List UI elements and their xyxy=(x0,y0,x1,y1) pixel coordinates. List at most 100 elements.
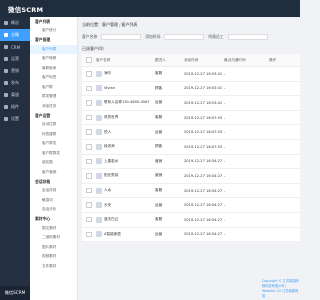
header-agent: 跟进人 xyxy=(155,57,166,62)
customer-name[interactable]: 人水 xyxy=(104,188,111,193)
customer-name[interactable]: 上善若水 xyxy=(104,159,118,164)
sub-nav-item[interactable]: 图文素材 xyxy=(30,224,77,234)
breadcrumb-current: 客户列表 xyxy=(121,22,138,27)
row-checkbox[interactable] xyxy=(86,158,92,165)
left-nav-item[interactable]: 企微 xyxy=(0,29,30,41)
plugin-icon xyxy=(4,105,8,109)
avatar xyxy=(96,114,102,121)
last-contact-cell: - xyxy=(224,232,226,237)
name-cell: 海尔 xyxy=(96,70,155,77)
name-cell: 蓝天白云 xyxy=(96,216,155,223)
table-row[interactable]: 段老师 顾客 2019-12-27 16:47:53- xyxy=(82,140,300,155)
sub-nav-item[interactable]: 敏感词 xyxy=(30,196,77,206)
staff-input[interactable] xyxy=(227,34,268,40)
row-checkbox[interactable] xyxy=(86,216,92,223)
date-cell: 2019-12-27 16:34:27 xyxy=(184,232,223,237)
left-nav-item[interactable]: 运营 xyxy=(0,53,30,65)
row-checkbox[interactable] xyxy=(86,71,92,77)
left-nav-item[interactable]: 渠道 xyxy=(0,89,30,101)
table-row[interactable]: 风的世界 客服 2019-12-27 16:47:53- xyxy=(82,111,300,126)
name-cell: 联系人名称130-4605-4567 xyxy=(96,99,155,106)
megaphone-icon xyxy=(4,69,8,73)
sub-nav-item[interactable]: 客户标签 xyxy=(30,73,77,83)
customer-name[interactable]: 联系人名称130-4605-4567 xyxy=(104,100,150,105)
agent-cell: 顾客 xyxy=(155,85,163,90)
date-cell: 2019-12-27 16:34:27 xyxy=(184,203,223,208)
sub-nav-item[interactable]: 会话分析 xyxy=(30,205,77,215)
select-all-checkbox[interactable] xyxy=(86,57,92,63)
sub-nav-item[interactable]: 添加任务 xyxy=(30,102,77,112)
agent-cell: 运营 xyxy=(155,202,163,207)
name-cell: 段老师 xyxy=(96,143,155,150)
row-checkbox[interactable] xyxy=(86,114,92,121)
table-row[interactable]: 悦人 运营 2019-12-27 16:47:53- xyxy=(82,125,300,140)
left-nav-item[interactable]: 概况 xyxy=(0,17,30,29)
table-row[interactable]: A智能家居 运营 2019-12-27 16:34:27- xyxy=(82,228,300,243)
filter-bar: 客户名称 添加时间 所属员工 xyxy=(82,30,300,44)
breadcrumb-link[interactable]: 客户管理 xyxy=(102,22,118,28)
sub-nav-item[interactable]: 离职继承 xyxy=(30,64,77,74)
customer-name[interactable]: A智能家居 xyxy=(104,232,121,237)
sub-nav-item[interactable]: 图片素材 xyxy=(30,243,77,253)
sub-nav-item[interactable]: 客户群 xyxy=(30,83,77,93)
sub-nav-item[interactable]: 视频素材 xyxy=(30,252,77,262)
table-row[interactable]: Vivian 顾客 2019-12-27 16:53:41- xyxy=(82,82,300,97)
table-row[interactable]: 海尔 客服 2019-12-27 16:53:41- xyxy=(82,67,300,82)
left-nav-item[interactable]: 插件 xyxy=(0,101,30,113)
row-checkbox[interactable] xyxy=(86,144,92,150)
sub-nav-item[interactable]: 客户统计 xyxy=(30,26,77,36)
table-row[interactable]: 人水 客服 2019-12-27 16:34:27- xyxy=(82,184,300,199)
left-nav-item[interactable]: 营销 xyxy=(0,65,30,77)
customer-name[interactable]: 长安 xyxy=(104,203,111,208)
customer-name[interactable]: Vivian xyxy=(104,86,115,90)
last-contact-cell: - xyxy=(224,86,226,91)
row-checkbox[interactable] xyxy=(86,100,92,106)
add-time-input[interactable] xyxy=(164,34,205,40)
sub-nav-item[interactable]: 客户群发 xyxy=(30,139,77,149)
sub-nav-item[interactable]: 客户营销 xyxy=(30,168,77,178)
sub-nav-group: 客户管理 xyxy=(35,37,51,42)
left-nav-item[interactable]: 发布 xyxy=(0,77,30,89)
row-checkbox[interactable] xyxy=(86,187,92,194)
avatar xyxy=(96,129,102,136)
customer-name[interactable]: 悦人 xyxy=(104,130,111,135)
sub-nav-item[interactable]: 客户列表 xyxy=(30,44,77,54)
sub-nav-item[interactable]: 二维码素材 xyxy=(30,233,77,243)
customer-name[interactable]: 蓝天白云 xyxy=(104,217,118,222)
sub-nav-item[interactable]: 客户转移 xyxy=(30,54,77,64)
customer-name[interactable]: 风的世界 xyxy=(104,115,118,120)
customer-name-input[interactable] xyxy=(101,34,142,40)
last-contact-cell: - xyxy=(224,173,226,178)
sub-nav-item[interactable]: 标签建群 xyxy=(30,130,77,140)
sub-nav-item[interactable]: 朋友圈 xyxy=(30,158,77,168)
header-name: 客户名称 xyxy=(96,57,111,62)
agent-cell: 营销 xyxy=(155,158,163,163)
table-row[interactable]: 长安 运营 2019-12-27 16:34:27- xyxy=(82,198,300,213)
sub-nav-item[interactable]: 文件素材 xyxy=(30,262,77,272)
row-checkbox[interactable] xyxy=(86,129,92,135)
left-nav-item[interactable]: CRM xyxy=(0,41,30,53)
customer-name[interactable]: 阳光男孩 xyxy=(104,173,118,178)
table-row[interactable]: 联系人名称130-4605-4567 运营 2019-12-27 16:53:41- xyxy=(82,96,300,111)
table-row[interactable]: 蓝天白云 客服 2019-12-27 16:34:27- xyxy=(82,213,300,228)
row-checkbox[interactable] xyxy=(86,231,92,238)
left-nav-item[interactable]: 设置 xyxy=(0,113,30,125)
sub-nav-item[interactable]: 群发管理 xyxy=(30,92,77,102)
table-row[interactable]: 上善若水 营销 2019-12-27 16:34:27- xyxy=(82,155,300,170)
select-all-cell xyxy=(82,57,96,63)
sub-nav-item[interactable]: 自动拉群 xyxy=(30,120,77,130)
sub-nav-item[interactable]: 会话存档 xyxy=(30,186,77,196)
agent-cell: 客服 xyxy=(155,188,163,193)
left-nav-label: 设置 xyxy=(11,116,19,121)
customer-name[interactable]: 段老师 xyxy=(104,144,115,149)
row-checkbox[interactable] xyxy=(86,173,92,179)
agent-cell: 运营 xyxy=(155,100,163,105)
date-cell: 2019-12-27 16:53:41 xyxy=(184,86,223,91)
row-checkbox[interactable] xyxy=(86,202,92,208)
row-check-cell xyxy=(82,202,96,208)
row-checkbox[interactable] xyxy=(86,85,92,92)
customer-name[interactable]: 海尔 xyxy=(104,71,111,76)
sub-nav-item[interactable]: 客户群群发 xyxy=(30,149,77,159)
table-row[interactable]: 阳光男孩 营销 2019-12-27 16:34:27- xyxy=(82,169,300,184)
chart-icon xyxy=(4,57,8,61)
